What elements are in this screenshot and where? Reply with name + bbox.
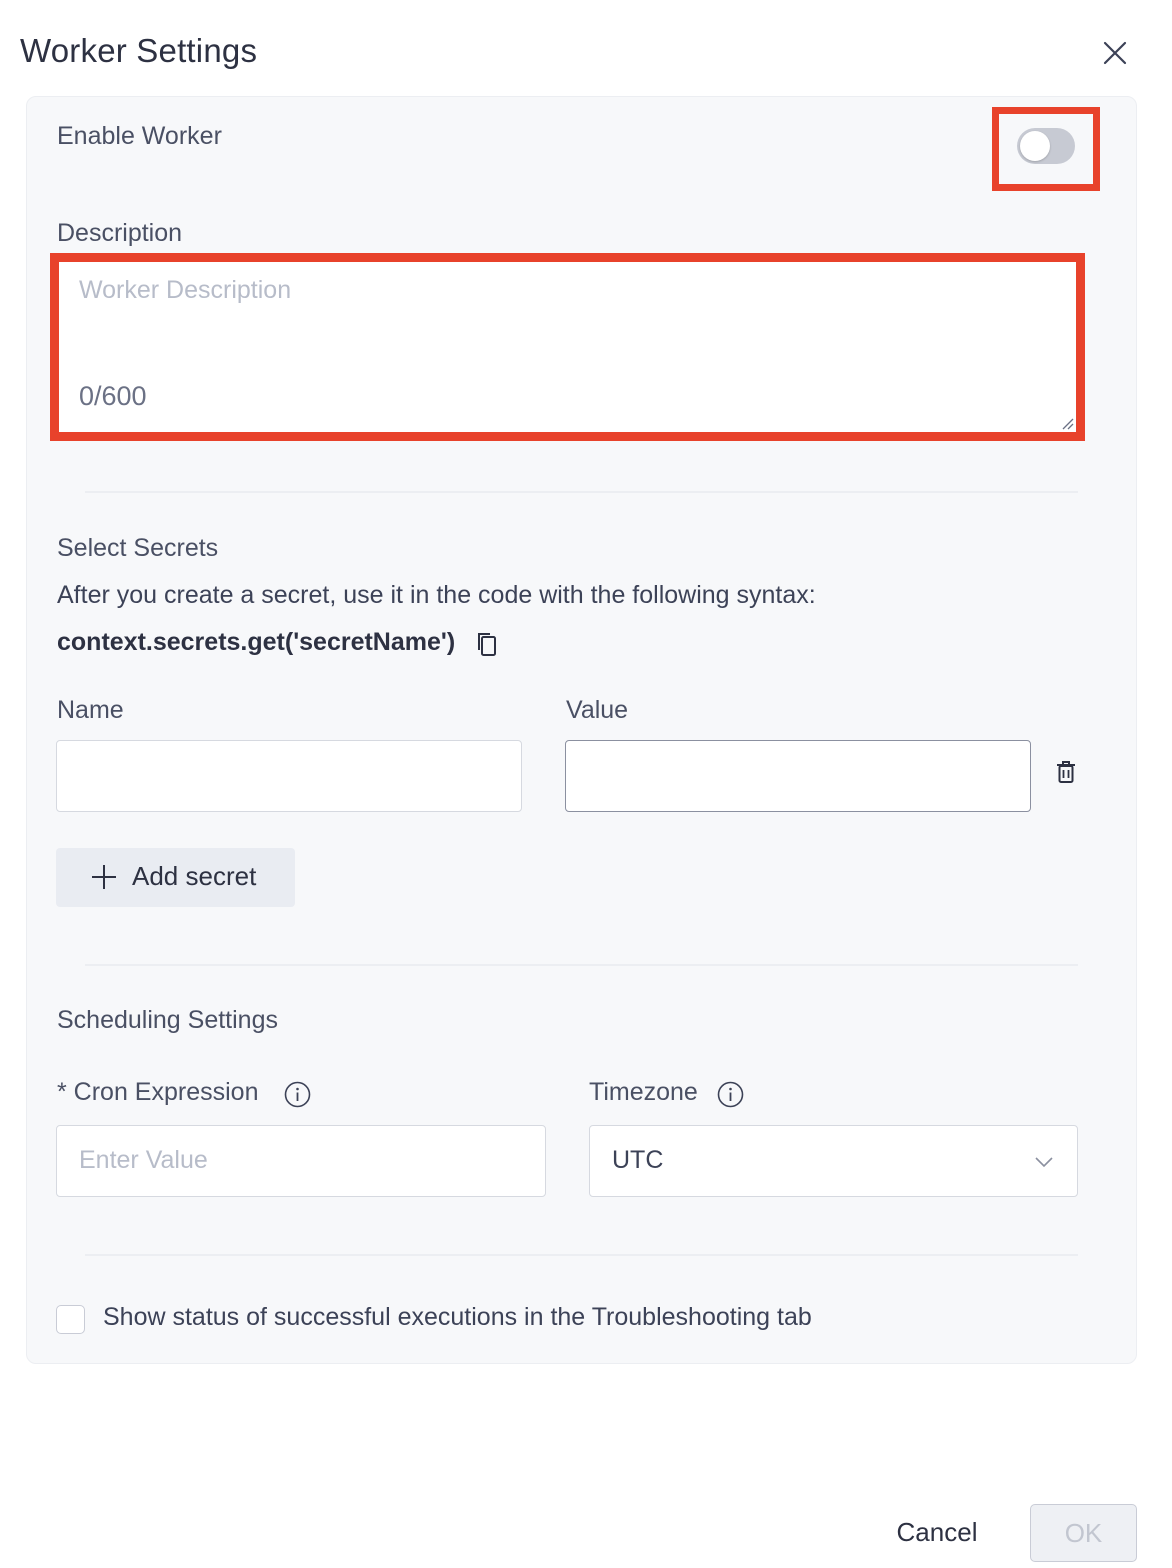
description-placeholder: Worker Description (79, 276, 292, 304)
description-counter: 0/600 (79, 381, 147, 411)
close-icon[interactable] (1100, 38, 1130, 68)
timezone-label: Timezone (589, 1078, 698, 1106)
secrets-syntax: context.secrets.get('secretName') (57, 628, 456, 656)
resize-handle-icon[interactable] (1060, 416, 1074, 430)
timezone-value: UTC (612, 1146, 664, 1174)
scheduling-heading: Scheduling Settings (57, 1006, 278, 1034)
enable-worker-label: Enable Worker (57, 122, 222, 150)
copy-icon[interactable] (476, 631, 498, 658)
secret-value-label: Value (566, 696, 629, 724)
chevron-down-icon (1035, 1157, 1053, 1168)
trash-icon[interactable] (1056, 760, 1076, 784)
cancel-button[interactable]: Cancel (880, 1508, 994, 1556)
description-label: Description (57, 219, 183, 247)
secret-name-input[interactable] (56, 740, 522, 812)
enable-worker-toggle[interactable] (1017, 128, 1075, 164)
add-secret-button[interactable]: Add secret (56, 848, 295, 907)
info-icon[interactable] (717, 1081, 744, 1108)
dialog-title: Worker Settings (20, 32, 258, 69)
secrets-heading: Select Secrets (57, 534, 219, 562)
cron-expression-label: * Cron Expression (57, 1078, 259, 1106)
secret-name-label: Name (57, 696, 124, 724)
show-status-checkbox[interactable] (56, 1305, 85, 1334)
info-icon[interactable] (284, 1081, 311, 1108)
ok-button[interactable]: OK (1030, 1504, 1137, 1562)
toggle-knob (1020, 131, 1050, 161)
secrets-help: After you create a secret, use it in the… (57, 581, 816, 609)
divider (85, 1254, 1078, 1256)
plus-icon (92, 865, 116, 889)
secret-value-input[interactable] (565, 740, 1031, 812)
add-secret-label: Add secret (132, 861, 257, 891)
show-status-label: Show status of successful executions in … (103, 1303, 812, 1331)
cron-placeholder: Enter Value (79, 1146, 208, 1174)
divider (85, 964, 1078, 966)
divider (85, 491, 1078, 493)
